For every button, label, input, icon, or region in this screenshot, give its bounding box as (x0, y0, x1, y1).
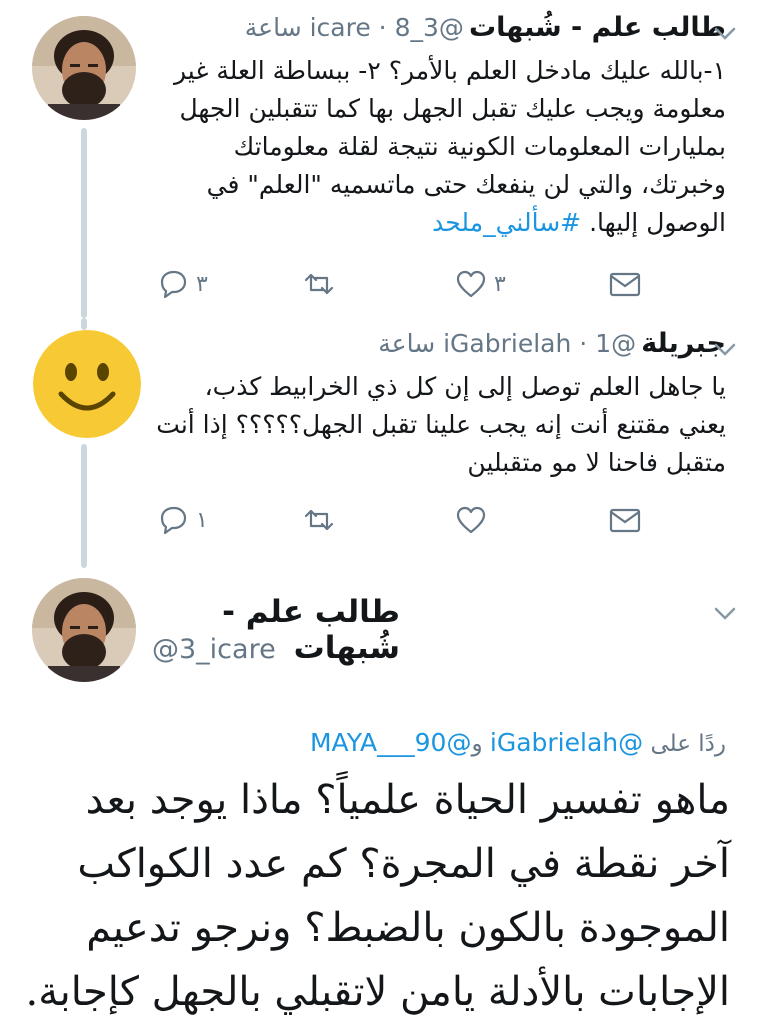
retweet-icon (304, 509, 334, 531)
separator-dot: · (571, 329, 596, 358)
conjunction: و (471, 731, 483, 757)
reply-count: ١ (196, 507, 208, 533)
tweet-actions: ٣ ٣ (150, 264, 650, 304)
user-handle[interactable]: @3_icare (152, 634, 276, 665)
reply-count: ٣ (196, 271, 208, 297)
chevron-down-icon[interactable] (712, 20, 738, 46)
reply-button[interactable]: ١ (156, 500, 208, 540)
tweet-2[interactable]: جبريلة @iGabrielah · 1 ساعة يا جاهل العل… (0, 318, 762, 568)
like-count: ٣ (494, 271, 506, 297)
separator-dot: · (370, 13, 395, 42)
mention-link[interactable]: @MAYA___90 (310, 728, 471, 757)
thread-line (81, 318, 87, 330)
tweet-1[interactable]: طالب علم - شُبهات @3_icare · 8 ساعة ١-با… (0, 0, 762, 318)
heart-icon (456, 270, 486, 298)
bearded-man-avatar[interactable] (32, 16, 136, 120)
direct-message-button[interactable] (608, 264, 642, 304)
tweet-body: يا جاهل العلم توصل إلى إن كل ذي الخرابيط… (156, 372, 726, 477)
reply-label: ردًا على (650, 731, 726, 757)
thread-line (81, 444, 87, 568)
chevron-down-icon[interactable] (712, 600, 738, 626)
envelope-icon (609, 272, 641, 297)
reply-button[interactable]: ٣ (156, 264, 208, 304)
thread-line (81, 128, 87, 318)
retweet-button[interactable] (302, 500, 336, 540)
envelope-icon (609, 508, 641, 533)
mention-link[interactable]: @iGabrielah (490, 728, 643, 757)
reply-context: ردًا على @iGabrielah و@MAYA___90 (310, 728, 726, 757)
reply-icon (160, 270, 187, 299)
like-button[interactable]: ٣ (454, 264, 506, 304)
like-button[interactable] (454, 500, 488, 540)
tweet-actions: ١ (150, 500, 650, 540)
smiley-face-avatar[interactable] (33, 330, 141, 438)
retweet-button[interactable] (302, 264, 336, 304)
tweet-body: ماهو تفسير الحياة علمياً؟ ماذا يوجد بعد … (25, 777, 731, 1015)
reply-icon (160, 506, 187, 535)
retweet-icon (304, 273, 334, 295)
heart-icon (456, 506, 486, 534)
tweet-text: يا جاهل العلم توصل إلى إن كل ذي الخرابيط… (150, 368, 726, 482)
bearded-man-avatar[interactable] (32, 578, 136, 682)
hashtag-link[interactable]: #سألني_ملحد (432, 208, 581, 237)
tweet-header: طالب علم - شُبهات @3_icare · 8 ساعة (245, 12, 726, 43)
display-name[interactable]: طالب علم - شُبهات (469, 12, 726, 43)
direct-message-button[interactable] (608, 500, 642, 540)
chevron-down-icon[interactable] (712, 336, 738, 362)
focused-tweet: طالب علم - شُبهات @3_icare ردًا على @iGa… (0, 568, 762, 1024)
tweet-text: ١-بالله عليك مادخل العلم بالأمر؟ ٢- ببسا… (150, 52, 726, 242)
tweet-header: جبريلة @iGabrielah · 1 ساعة (378, 328, 726, 359)
